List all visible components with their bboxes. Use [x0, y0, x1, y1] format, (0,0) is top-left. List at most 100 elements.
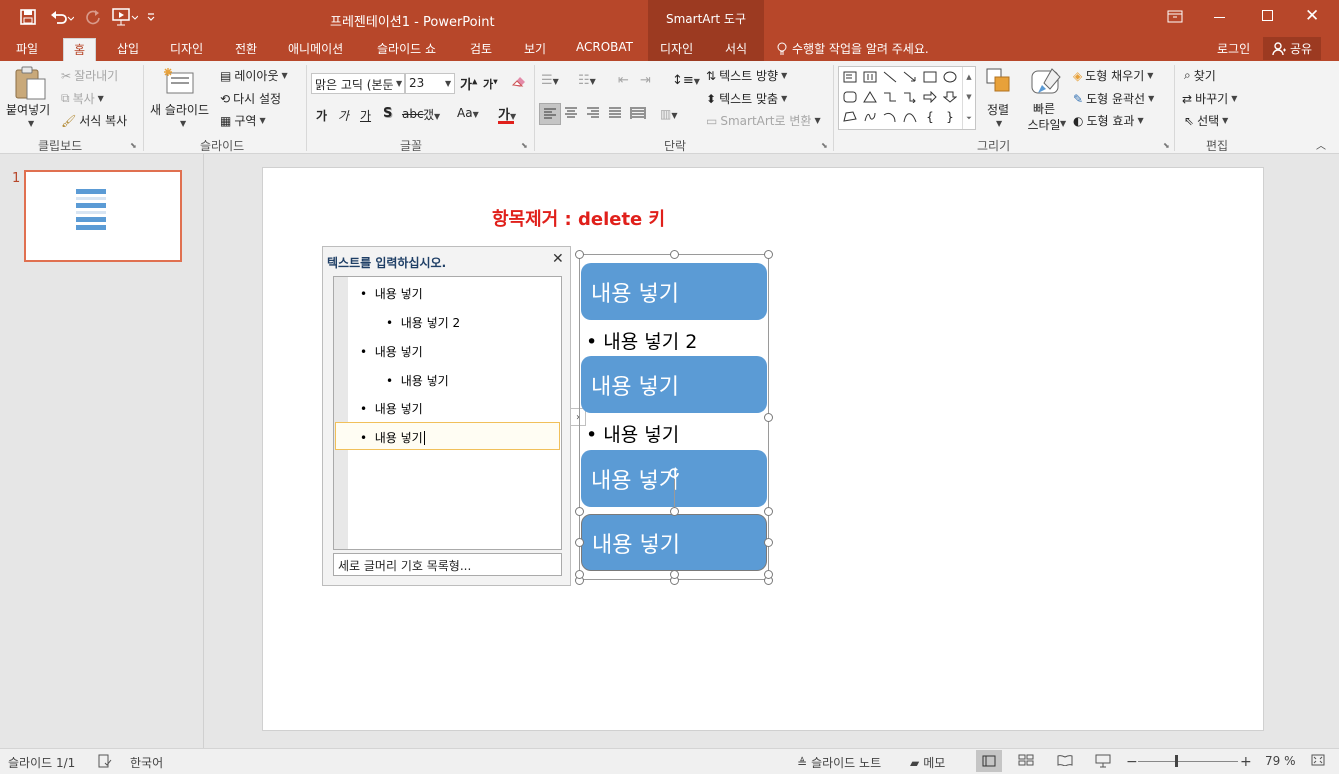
- redo-icon[interactable]: [82, 6, 104, 28]
- shape-fill-button[interactable]: ◈ 도형 채우기 ▼: [1073, 67, 1153, 84]
- resize-handle[interactable]: [575, 538, 584, 547]
- elbow-arrow-icon[interactable]: [901, 89, 919, 105]
- font-name-combo[interactable]: 맑은 고딕 (본둔: [311, 73, 405, 94]
- collapse-ribbon-icon[interactable]: ︿: [1316, 137, 1326, 152]
- drawing-launcher-icon[interactable]: ⬊: [1163, 141, 1170, 150]
- tab-animations[interactable]: 애니메이션: [288, 40, 343, 61]
- paste-icon[interactable]: [13, 65, 47, 104]
- save-icon[interactable]: [17, 6, 39, 28]
- tab-home[interactable]: 홈: [63, 38, 97, 61]
- copy-button[interactable]: ⧉ 복사 ▼: [61, 90, 104, 107]
- arrange-icon[interactable]: [985, 67, 1013, 98]
- numbering-icon[interactable]: ☷▼: [578, 73, 596, 88]
- character-spacing-button[interactable]: 갰▼: [423, 106, 440, 123]
- find-button[interactable]: ⌕ 찾기: [1184, 67, 1216, 84]
- font-name-dropdown-icon[interactable]: ▼: [396, 79, 402, 88]
- resize-handle[interactable]: [575, 250, 584, 259]
- section-button[interactable]: ▦ 구역 ▼: [220, 112, 266, 129]
- tab-view[interactable]: 보기: [524, 40, 546, 61]
- ribbon-display-options-icon[interactable]: [1167, 10, 1183, 27]
- clipboard-launcher-icon[interactable]: ⬊: [130, 141, 137, 150]
- curve-shape-icon[interactable]: [901, 109, 919, 125]
- left-brace-icon[interactable]: {: [921, 109, 939, 125]
- text-pane-close-icon[interactable]: ✕: [552, 251, 564, 267]
- resize-handle[interactable]: [764, 570, 773, 579]
- gallery-up-icon[interactable]: ▲: [966, 73, 971, 81]
- align-left-button[interactable]: [539, 103, 561, 125]
- comments-button[interactable]: ▰ 메모: [910, 754, 945, 771]
- elbow-connector-icon[interactable]: [881, 89, 899, 105]
- vertical-scrollbar[interactable]: [1334, 154, 1339, 748]
- slide-thumbnail[interactable]: [24, 170, 182, 262]
- close-icon[interactable]: ✕: [1305, 6, 1319, 26]
- quick-styles-button[interactable]: 빠른 스타일: [1022, 101, 1066, 133]
- text-pane-item[interactable]: • 내용 넣기: [360, 400, 423, 417]
- smartart-box[interactable]: 내용 넣기: [581, 356, 767, 413]
- textbox-shape-icon[interactable]: [841, 69, 859, 85]
- justify-icon[interactable]: [608, 107, 622, 122]
- tab-insert[interactable]: 삽입: [117, 40, 139, 61]
- select-button[interactable]: ⇖ 선택 ▼: [1184, 112, 1228, 129]
- smartart-box-selected[interactable]: 내용 넣기: [581, 514, 767, 571]
- minimize-icon[interactable]: [1214, 17, 1225, 18]
- paste-dropdown-icon[interactable]: ▼: [28, 119, 34, 128]
- shadow-button[interactable]: S: [383, 106, 392, 121]
- freeform-shape-icon[interactable]: [841, 109, 859, 125]
- gallery-more-icon[interactable]: ⏷: [966, 114, 972, 123]
- paste-button[interactable]: 붙여넣기: [6, 101, 50, 118]
- tab-smartart-design[interactable]: 디자인: [660, 40, 693, 61]
- resize-handle[interactable]: [764, 538, 773, 547]
- text-pane-item[interactable]: • 내용 넣기 2: [386, 314, 460, 331]
- shape-outline-button[interactable]: ✎ 도형 윤곽선 ▼: [1073, 90, 1154, 107]
- notes-button[interactable]: ≜ 슬라이드 노트: [797, 754, 881, 771]
- text-pane-item[interactable]: • 내용 넣기: [386, 372, 449, 389]
- font-size-dropdown-icon[interactable]: ▼: [445, 79, 451, 88]
- resize-handle[interactable]: [670, 570, 679, 579]
- slide-title[interactable]: 항목제거 : delete 키: [492, 205, 665, 231]
- tab-slideshow[interactable]: 슬라이드 쇼: [377, 40, 436, 61]
- bold-button[interactable]: 가: [316, 107, 327, 124]
- distributed-icon[interactable]: [630, 106, 646, 123]
- new-slide-icon[interactable]: [163, 67, 195, 98]
- replace-button[interactable]: ⇄ 바꾸기 ▼: [1182, 90, 1237, 107]
- tab-acrobat[interactable]: ACROBAT: [576, 40, 633, 61]
- quick-styles-dropdown-icon[interactable]: ▼: [1060, 119, 1066, 128]
- text-pane-item[interactable]: • 내용 넣기: [360, 343, 423, 360]
- language-indicator[interactable]: 한국어: [130, 754, 163, 771]
- customize-qat-icon[interactable]: [140, 6, 162, 28]
- align-center-icon[interactable]: [564, 107, 578, 122]
- scribble-shape-icon[interactable]: [861, 109, 879, 125]
- rotate-handle-icon[interactable]: [667, 466, 681, 480]
- tab-smartart-format[interactable]: 서식: [725, 40, 747, 61]
- resize-handle[interactable]: [575, 570, 584, 579]
- change-case-button[interactable]: Aa▼: [457, 106, 479, 120]
- italic-button[interactable]: 가: [338, 107, 349, 124]
- share-button[interactable]: 공유: [1263, 37, 1321, 60]
- layout-button[interactable]: ▤ 레이아웃 ▼: [220, 67, 288, 84]
- zoom-in-icon[interactable]: +: [1240, 754, 1252, 770]
- shapes-gallery[interactable]: { } ▲ ▼ ⏷: [838, 66, 976, 130]
- underline-button[interactable]: 가: [360, 107, 371, 124]
- quick-styles-icon[interactable]: [1030, 67, 1062, 100]
- smartart-subitem[interactable]: • 내용 넣기: [586, 420, 679, 447]
- rounded-rect-shape-icon[interactable]: [841, 89, 859, 105]
- new-slide-dropdown-icon[interactable]: ▼: [180, 119, 186, 128]
- gallery-down-icon[interactable]: ▼: [966, 93, 971, 101]
- tab-design[interactable]: 디자인: [170, 40, 203, 61]
- layout-name-link[interactable]: 세로 글머리 기호 목록형...: [333, 553, 562, 576]
- section-dropdown-icon[interactable]: ▼: [259, 116, 265, 125]
- maximize-icon[interactable]: [1262, 10, 1273, 21]
- line-spacing-icon[interactable]: ↕≡▼: [672, 73, 700, 88]
- copy-dropdown-icon[interactable]: ▼: [98, 94, 104, 103]
- columns-icon[interactable]: ▥▼: [660, 107, 678, 121]
- bullets-icon[interactable]: ☰▼: [541, 73, 559, 88]
- zoom-percent[interactable]: 79 %: [1265, 754, 1296, 768]
- text-pane-item[interactable]: • 내용 넣기: [360, 429, 425, 446]
- font-launcher-icon[interactable]: ⬊: [521, 141, 528, 150]
- gallery-scroll[interactable]: ▲ ▼ ⏷: [962, 67, 975, 129]
- arrow-shape-icon[interactable]: [901, 69, 919, 85]
- zoom-slider-thumb[interactable]: [1175, 755, 1179, 767]
- format-painter-button[interactable]: 🖌 서식 복사: [61, 112, 127, 129]
- tab-review[interactable]: 검토: [470, 40, 492, 61]
- align-text-button[interactable]: ⬍ 텍스트 맞춤 ▼: [706, 90, 787, 107]
